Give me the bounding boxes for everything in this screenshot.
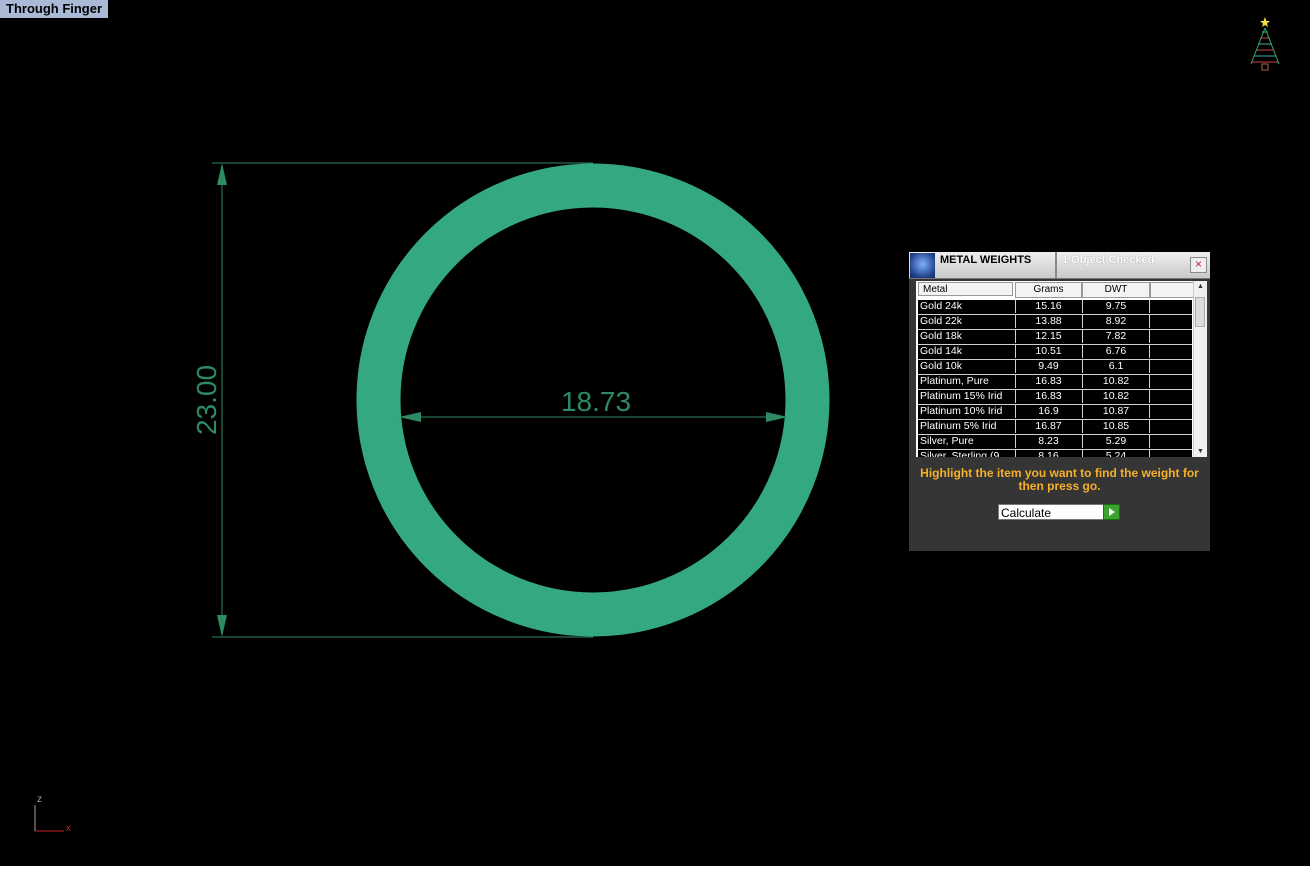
outer-dimension-text: 23.00 — [191, 365, 222, 435]
table-row[interactable]: Platinum 10% Irid 16.9 10.87 — [918, 405, 1192, 420]
column-header-empty — [1150, 282, 1194, 298]
go-button[interactable] — [1103, 504, 1120, 520]
bottom-strip — [0, 866, 1310, 870]
calculate-select[interactable]: Calculate — [998, 504, 1106, 520]
table-row[interactable]: Gold 24k 15.16 9.75 — [918, 300, 1192, 315]
instruction-text: Highlight the item you want to find the … — [920, 466, 1199, 493]
table-row[interactable]: Platinum 15% Irid 16.83 10.82 — [918, 390, 1192, 405]
metal-cell: Platinum 10% Irid — [920, 405, 1003, 417]
metal-cell: Platinum, Pure — [920, 375, 989, 387]
table-row[interactable]: Silver, Pure 8.23 5.29 — [918, 435, 1192, 450]
grams-cell: 16.87 — [1015, 420, 1081, 433]
table-body: Gold 24k 15.16 9.75 Gold 22k 13.88 8.92 Gold 1… — [918, 300, 1192, 457]
metal-cell: Gold 22k — [920, 315, 963, 327]
metal-cell: Silver, Pure — [920, 435, 974, 447]
metal-weights-table: Metal Grams DWT Gold 24k 15.16 9.75 Gold 22… — [916, 281, 1207, 457]
grams-cell: 15.16 — [1015, 300, 1081, 313]
outer-dimension-arrow-bottom — [217, 615, 227, 637]
metal-cell: Platinum 15% Irid — [920, 390, 1003, 402]
z-axis-label: z — [37, 794, 42, 805]
viewport-label[interactable]: Through Finger — [0, 0, 109, 18]
grams-cell: 8.23 — [1015, 435, 1081, 448]
grams-cell: 16.83 — [1015, 390, 1081, 403]
table-row[interactable]: Gold 14k 10.51 6.76 — [918, 345, 1192, 360]
header-divider — [1055, 252, 1057, 278]
dwt-cell: 9.75 — [1082, 300, 1150, 313]
table-row[interactable]: Gold 18k 12.15 7.82 — [918, 330, 1192, 345]
grams-cell: 9.49 — [1015, 360, 1081, 373]
table-scrollbar[interactable]: ▲ ▼ — [1193, 281, 1207, 457]
grams-cell: 10.51 — [1015, 345, 1081, 358]
table-row[interactable]: Gold 10k 9.49 6.1 — [918, 360, 1192, 375]
metal-cell: Silver, Sterling (9... — [920, 450, 1009, 457]
grams-cell: 16.83 — [1015, 375, 1081, 388]
metal-weights-header[interactable]: METAL WEIGHTS 1 Object Checked × — [909, 252, 1210, 279]
grams-cell: 13.88 — [1015, 315, 1081, 328]
dwt-cell: 5.29 — [1082, 435, 1150, 448]
dwt-cell: 10.85 — [1082, 420, 1150, 433]
scroll-up-icon[interactable]: ▲ — [1197, 283, 1204, 290]
outer-dimension[interactable] — [212, 162, 593, 638]
grams-cell: 12.15 — [1015, 330, 1081, 343]
dwt-cell: 6.1 — [1082, 360, 1150, 373]
metal-cell: Gold 10k — [920, 360, 963, 372]
dwt-cell: 10.82 — [1082, 390, 1150, 403]
column-header-metal[interactable]: Metal — [918, 282, 1013, 296]
column-header-grams[interactable]: Grams — [1015, 282, 1082, 298]
dwt-cell: 10.87 — [1082, 405, 1150, 418]
metal-cell: Gold 18k — [920, 330, 963, 342]
grams-cell: 16.9 — [1015, 405, 1081, 418]
metal-cell: Platinum 5% Irid — [920, 420, 997, 432]
metal-weights-panel: METAL WEIGHTS 1 Object Checked × Metal G… — [909, 252, 1210, 551]
column-header-dwt[interactable]: DWT — [1082, 282, 1150, 298]
scrollbar-thumb[interactable] — [1195, 297, 1205, 327]
christmas-tree-icon — [1250, 17, 1280, 71]
axis-indicator: z x — [34, 794, 71, 834]
dwt-cell: 10.82 — [1082, 375, 1150, 388]
table-row[interactable]: Gold 22k 13.88 8.92 — [918, 315, 1192, 330]
metal-cell: Gold 24k — [920, 300, 963, 312]
grams-cell: 8.16 — [1015, 450, 1081, 457]
close-button[interactable]: × — [1190, 257, 1207, 273]
table-row[interactable]: Platinum, Pure 16.83 10.82 — [918, 375, 1192, 390]
dwt-cell: 6.76 — [1082, 345, 1150, 358]
dwt-cell: 5.24 — [1082, 450, 1150, 457]
dwt-cell: 7.82 — [1082, 330, 1150, 343]
table-row[interactable]: Platinum 5% Irid 16.87 10.85 — [918, 420, 1192, 435]
inner-dimension-text: 18.73 — [561, 386, 631, 417]
inner-dimension-arrow-left — [399, 412, 421, 422]
x-axis-label: x — [66, 823, 71, 834]
metal-cell: Gold 14k — [920, 345, 963, 357]
panel-title: METAL WEIGHTS — [940, 254, 1032, 266]
app-logo-icon — [910, 253, 935, 278]
dwt-cell: 8.92 — [1082, 315, 1150, 328]
outer-dimension-arrow-top — [217, 163, 227, 185]
table-row[interactable]: Silver, Sterling (9... 8.16 5.24 — [918, 450, 1192, 457]
scroll-down-icon[interactable]: ▼ — [1197, 448, 1204, 455]
objects-checked-status: 1 Object Checked — [1062, 254, 1155, 266]
